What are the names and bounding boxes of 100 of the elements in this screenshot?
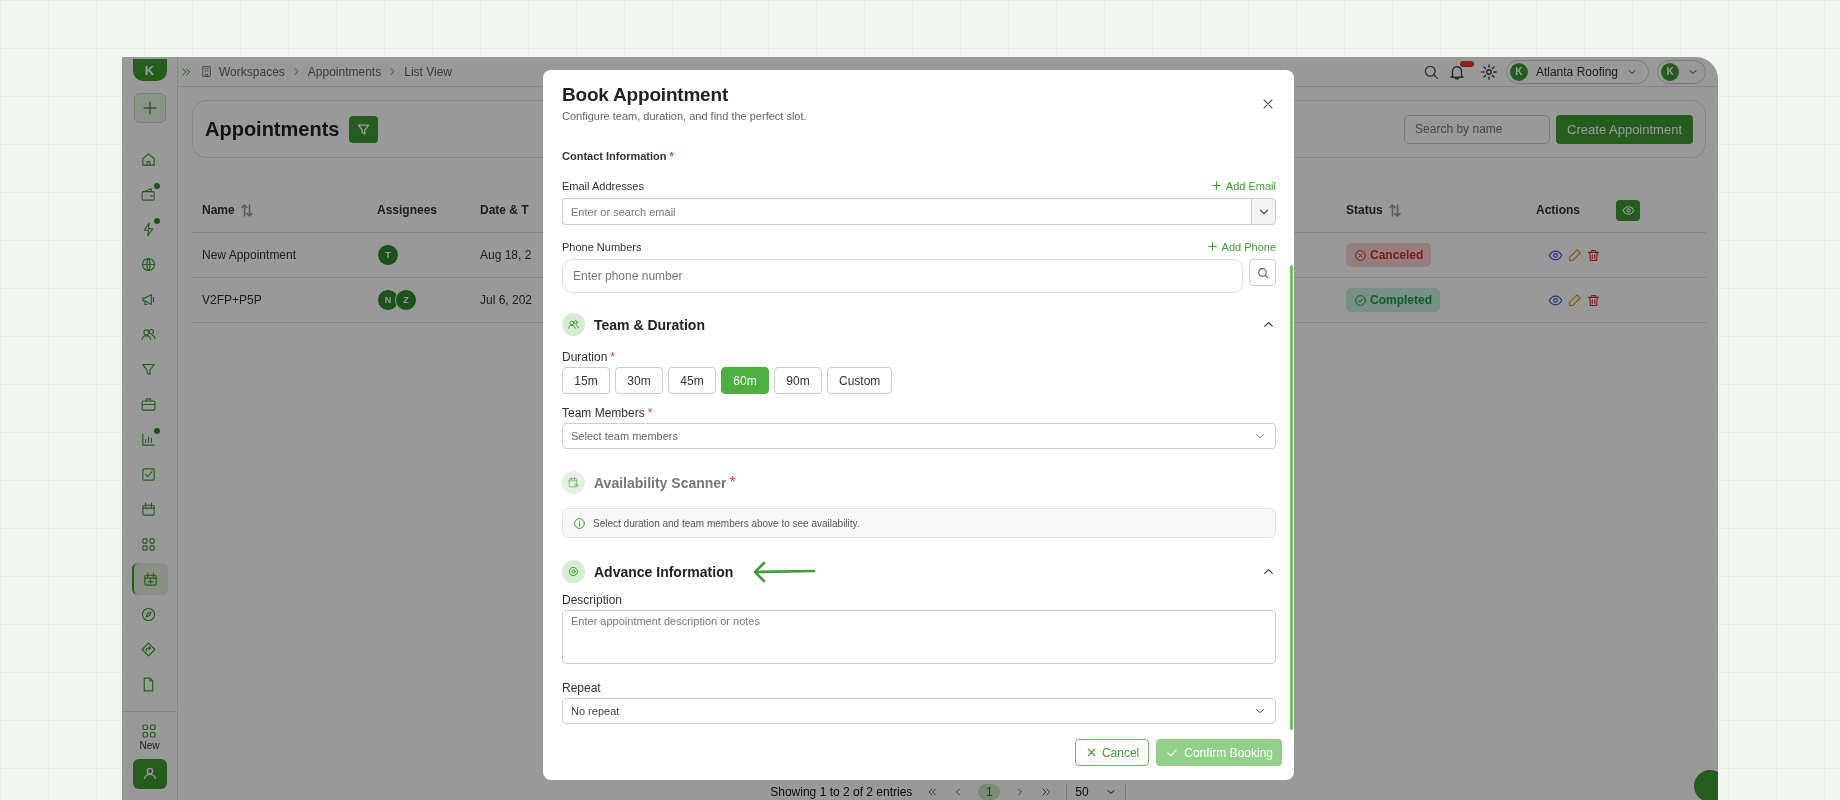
avatar: K: [1509, 62, 1528, 81]
delete-icon[interactable]: [1586, 247, 1601, 263]
table-cell: Jul 6, 202: [480, 293, 533, 307]
app-logo[interactable]: K: [132, 59, 167, 81]
settings-icon[interactable]: [1479, 62, 1498, 81]
duration-option[interactable]: 90m: [774, 367, 822, 394]
users-icon: [567, 318, 580, 331]
email-field[interactable]: Enter or search email: [562, 198, 1251, 225]
profile-button[interactable]: [132, 759, 167, 789]
search-icon: [1255, 265, 1270, 280]
duration-option[interactable]: 45m: [668, 367, 716, 394]
calendar-icon: [567, 476, 580, 489]
table-cell: Aug 18, 2: [480, 248, 532, 262]
view-icon[interactable]: [1548, 247, 1563, 263]
dialog-title: Book Appointment: [562, 84, 730, 106]
notification-badge: [1459, 60, 1474, 67]
compass-icon: [140, 605, 157, 623]
field-label: Team Members: [562, 406, 645, 420]
duration-option[interactable]: 15m: [562, 367, 610, 394]
route-icon: [140, 640, 157, 658]
dialog-subtitle: Configure team, duration, and find the perfect slot.: [562, 110, 807, 122]
field-label: Email Addresses: [562, 179, 644, 192]
section-title: Availability Scanner: [594, 474, 727, 491]
breadcrumb-link[interactable]: List View: [404, 64, 452, 79]
assignee-avatar: T: [377, 244, 399, 266]
description-field[interactable]: Enter appointment description or notes: [562, 610, 1276, 664]
check-circle-icon: [1354, 293, 1367, 307]
add-button[interactable]: [133, 93, 166, 123]
double-chevron-icon: [180, 65, 192, 78]
user-menu[interactable]: K: [1657, 59, 1706, 84]
sort-icon[interactable]: [240, 203, 253, 217]
globe-icon: [140, 255, 157, 273]
team-members-select[interactable]: Select team members: [562, 423, 1276, 449]
add-phone-button[interactable]: Add Phone: [1205, 240, 1276, 253]
gear-icon: [567, 565, 580, 578]
breadcrumb-link[interactable]: Workspaces: [219, 64, 285, 79]
field-label: Description: [562, 593, 624, 607]
calendar-plus-icon: [142, 570, 159, 588]
info-message: Select duration and team members above to see availability.: [562, 508, 1276, 538]
column-header: Name: [202, 203, 235, 217]
view-icon[interactable]: [1548, 292, 1563, 308]
grid-icon: [140, 722, 159, 740]
required-mark: *: [647, 406, 653, 420]
cancel-button[interactable]: Cancel: [1074, 739, 1150, 766]
new-button[interactable]: New: [139, 722, 160, 751]
required-mark: *: [610, 350, 616, 364]
plus-icon: [1205, 240, 1219, 253]
required-mark: *: [669, 150, 674, 162]
search-field[interactable]: Search by name: [1404, 114, 1551, 144]
checkbox-icon: [140, 465, 157, 483]
x-circle-icon: [1354, 248, 1367, 262]
briefcase-icon: [140, 395, 157, 413]
double-chevron-right-icon: [1040, 785, 1053, 798]
table-cell: New Appointment: [202, 248, 297, 262]
home-icon: [140, 150, 157, 168]
double-chevron-left-icon: [926, 785, 939, 798]
entries-summary: Showing 1 to 2 of 2 entries: [770, 784, 913, 799]
plus-icon: [1209, 179, 1223, 192]
table-cell: V2FP+P5P: [202, 293, 262, 307]
grid-icon: [140, 535, 157, 553]
breadcrumb-link[interactable]: Appointments: [307, 64, 382, 79]
add-email-button[interactable]: Add Email: [1209, 179, 1276, 192]
bar-chart-icon: [140, 430, 157, 448]
page-title: Appointments: [205, 117, 340, 141]
status-badge: Canceled: [1346, 243, 1432, 267]
search-button[interactable]: [1249, 259, 1276, 286]
column-header: Status: [1346, 203, 1383, 217]
repeat-select[interactable]: No repeat: [562, 698, 1276, 724]
calendar-icon: [140, 500, 157, 518]
create-appointment-button[interactable]: Create Appointment: [1556, 114, 1693, 144]
page-size-select[interactable]: 50: [1066, 784, 1126, 799]
last-page-button[interactable]: [1040, 785, 1053, 798]
assignee-avatar: N: [377, 289, 399, 311]
eye-icon: [1621, 203, 1635, 217]
duration-option[interactable]: 30m: [615, 367, 663, 394]
field-label: Phone Numbers: [562, 240, 642, 253]
phone-field[interactable]: Enter phone number: [562, 259, 1243, 293]
building-icon: [200, 65, 213, 78]
duration-option[interactable]: Custom: [827, 367, 893, 394]
first-page-button[interactable]: [926, 785, 939, 798]
chat-button[interactable]: [1694, 770, 1718, 800]
column-visibility-button[interactable]: [1616, 199, 1640, 221]
sort-icon[interactable]: [1388, 203, 1401, 217]
edit-icon[interactable]: [1567, 292, 1582, 308]
edit-icon[interactable]: [1567, 247, 1582, 263]
field-label: Repeat: [562, 681, 602, 695]
sidebar-item[interactable]: [131, 563, 168, 595]
column-header: Date & T: [480, 203, 529, 217]
filter-button[interactable]: [349, 115, 379, 143]
duration-option[interactable]: 60m: [721, 367, 769, 394]
status-badge: Completed: [1346, 288, 1440, 312]
filter-icon: [356, 121, 372, 137]
section-title: Advance Information: [594, 563, 734, 580]
page-button[interactable]: 1: [978, 783, 1001, 800]
scrollbar[interactable]: [1290, 265, 1293, 730]
annotation-arrow: [752, 560, 817, 583]
wallet-icon: [140, 185, 157, 203]
organization-selector[interactable]: K Atlanta Roofing: [1505, 59, 1649, 84]
dropdown-button[interactable]: [1251, 198, 1276, 225]
delete-icon[interactable]: [1586, 292, 1601, 308]
